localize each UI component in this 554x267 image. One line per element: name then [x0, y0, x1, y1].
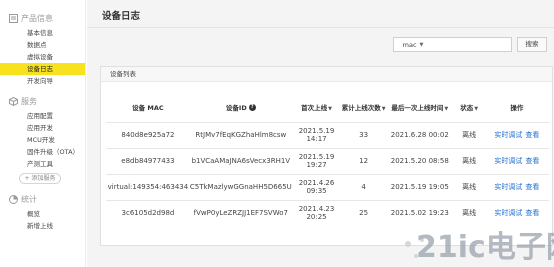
- header-divider: [87, 27, 554, 28]
- view-link[interactable]: 查看: [525, 131, 539, 139]
- column-header-device-id: 设备ID?: [190, 92, 292, 122]
- panel-title: 设备列表: [101, 67, 552, 82]
- cell-device-id: b1VCaAMaJNA6sVecx3RH1V: [189, 147, 292, 174]
- sidebar-item-app-dev[interactable]: 应用开发: [0, 122, 85, 134]
- realtime-debug-link[interactable]: 实时调试: [494, 157, 522, 165]
- cell-mac: e8db84977433: [106, 147, 190, 174]
- sidebar: 产品信息 基本信息 数据点 虚拟设备 设备日志 开发向导 服务 应用配置 应用开…: [0, 0, 86, 267]
- sidebar-item-new-online[interactable]: 新增上线: [0, 220, 85, 232]
- cell-online-count: 12: [341, 147, 386, 174]
- cell-device-id: RtJMv7fEqKGZhaHlm8csw: [189, 121, 292, 148]
- search-input[interactable]: [432, 37, 512, 52]
- cell-online-count: 25: [341, 199, 386, 226]
- cell-mac: 3c6105d2d98d: [106, 199, 190, 226]
- cell-first-online: 2021.4.23 20:25: [291, 199, 342, 226]
- cell-actions: 实时调试 查看: [484, 147, 549, 174]
- device-table: 设备 MAC 设备ID? 首次上线▼ 累计上线次数▼ 最后一次上线时间▼ 状态▼…: [106, 92, 549, 226]
- service-cube-icon: [9, 96, 18, 107]
- sidebar-section-title: 统计: [21, 195, 37, 204]
- sort-icon[interactable]: ▼: [444, 106, 448, 112]
- table-row: e8db84977433 b1VCaAMaJNA6sVecx3RH1V 2021…: [106, 147, 549, 174]
- cell-last-online: 2021.5.20 08:58: [385, 147, 454, 174]
- column-header-first-online[interactable]: 首次上线▼: [292, 92, 341, 122]
- cell-online-count: 4: [341, 173, 386, 200]
- sidebar-item-ota[interactable]: 固件升级（OTA）: [0, 146, 85, 158]
- watermark-logo: 21ic电子网: [405, 230, 554, 265]
- cell-status: 离线: [453, 121, 485, 148]
- cell-last-online: 2021.5.19 19:05: [385, 173, 454, 200]
- sidebar-section-service: 服务: [0, 95, 85, 108]
- column-header-actions: 操作: [510, 103, 524, 112]
- sidebar-item-mcu-dev[interactable]: MCU开发: [0, 134, 85, 146]
- chevron-down-icon: ▼: [419, 41, 424, 48]
- cell-mac: 840d8e925a72: [106, 121, 190, 148]
- cell-online-count: 33: [341, 121, 386, 148]
- cell-status: 离线: [453, 147, 485, 174]
- statistics-icon: [9, 195, 18, 204]
- cell-first-online: 2021.4.26 09:35: [291, 173, 342, 200]
- sidebar-section-product-info: 产品信息: [0, 12, 85, 25]
- table-row: 840d8e925a72 RtJMv7fEqKGZhaHlm8csw 2021.…: [106, 121, 549, 148]
- filter-icon[interactable]: ▼: [474, 106, 478, 112]
- sidebar-item-device-log[interactable]: 设备日志: [0, 63, 85, 75]
- cell-actions: 实时调试 查看: [484, 173, 549, 200]
- cell-status: 离线: [453, 173, 485, 200]
- add-service-button[interactable]: + 添加服务: [19, 173, 61, 184]
- view-link[interactable]: 查看: [525, 183, 539, 191]
- sidebar-section-title: 服务: [21, 97, 37, 106]
- view-link[interactable]: 查看: [525, 157, 539, 165]
- cell-actions: 实时调试 查看: [484, 121, 549, 148]
- svg-text:21ic电子网: 21ic电子网: [416, 230, 554, 265]
- page-title: 设备日志: [102, 11, 141, 22]
- sidebar-item-dev-guide[interactable]: 开发向导: [0, 75, 85, 87]
- filter-select-value: mac: [402, 40, 417, 49]
- sort-icon[interactable]: ▼: [382, 106, 386, 112]
- sidebar-item-basic-info[interactable]: 基本信息: [0, 27, 85, 39]
- cell-mac: virtual:149354:463434: [106, 173, 190, 200]
- column-header-last-online[interactable]: 最后一次上线时间▼: [386, 92, 454, 122]
- column-header-online-count[interactable]: 累计上线次数▼: [341, 92, 386, 122]
- realtime-debug-link[interactable]: 实时调试: [494, 131, 522, 139]
- sidebar-item-test-tools[interactable]: 产测工具: [0, 158, 85, 170]
- search-button[interactable]: 搜索: [517, 37, 547, 52]
- cell-device-id: fVwP0yLeZRZJJ1EF7SVWo7: [189, 199, 292, 226]
- table-header-row: 设备 MAC 设备ID? 首次上线▼ 累计上线次数▼ 最后一次上线时间▼ 状态▼…: [106, 92, 549, 122]
- sidebar-item-virtual-device[interactable]: 虚拟设备: [0, 51, 85, 63]
- column-header-status[interactable]: 状态▼: [454, 92, 485, 122]
- realtime-debug-link[interactable]: 实时调试: [494, 183, 522, 191]
- sort-icon[interactable]: ▼: [328, 106, 332, 112]
- sidebar-section-title: 产品信息: [21, 14, 53, 23]
- table-row: virtual:149354:463434 C5TkMazlywGGnaHH5D…: [106, 173, 549, 200]
- sidebar-item-data-points[interactable]: 数据点: [0, 39, 85, 51]
- cell-device-id: C5TkMazlywGGnaHH5D665U: [189, 173, 292, 200]
- cell-first-online: 2021.5.19 14:17: [291, 121, 342, 148]
- sidebar-section-statistics: 统计: [0, 193, 85, 206]
- cell-first-online: 2021.5.19 19:27: [291, 147, 342, 174]
- product-info-icon: [9, 14, 18, 23]
- cell-last-online: 2021.6.28 00:02: [385, 121, 454, 148]
- filter-field-select[interactable]: mac ▼: [393, 37, 433, 52]
- column-header-mac: 设备 MAC: [132, 103, 164, 112]
- sidebar-item-app-config[interactable]: 应用配置: [0, 110, 85, 122]
- sidebar-item-overview[interactable]: 概览: [0, 208, 85, 220]
- help-icon[interactable]: ?: [248, 104, 256, 112]
